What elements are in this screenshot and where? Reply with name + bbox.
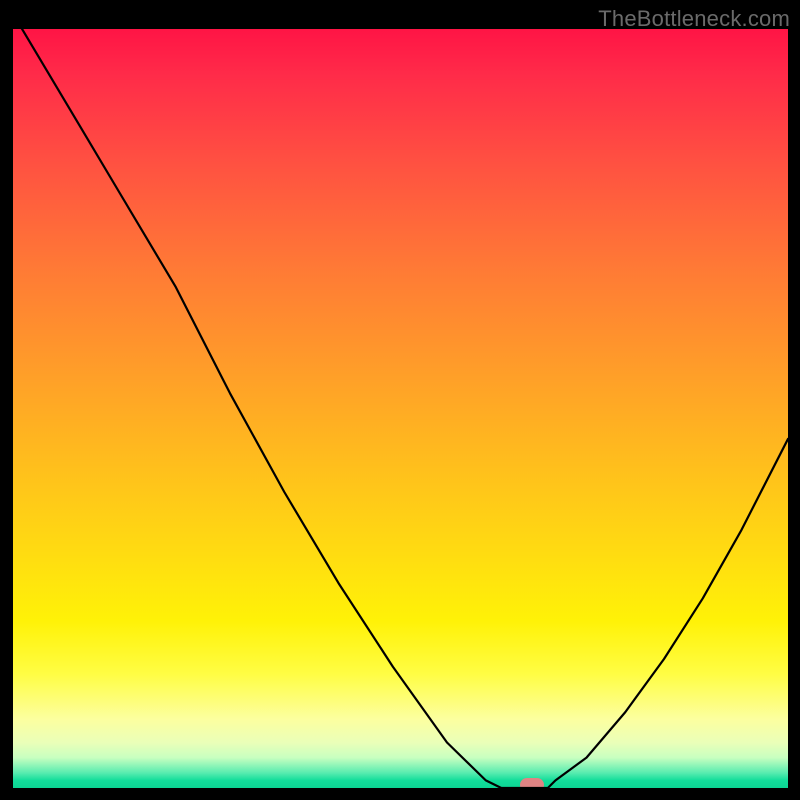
chart-frame: TheBottleneck.com	[0, 0, 800, 800]
watermark-label: TheBottleneck.com	[598, 6, 790, 32]
bottleneck-curve	[13, 29, 788, 788]
plot-area	[13, 29, 788, 788]
